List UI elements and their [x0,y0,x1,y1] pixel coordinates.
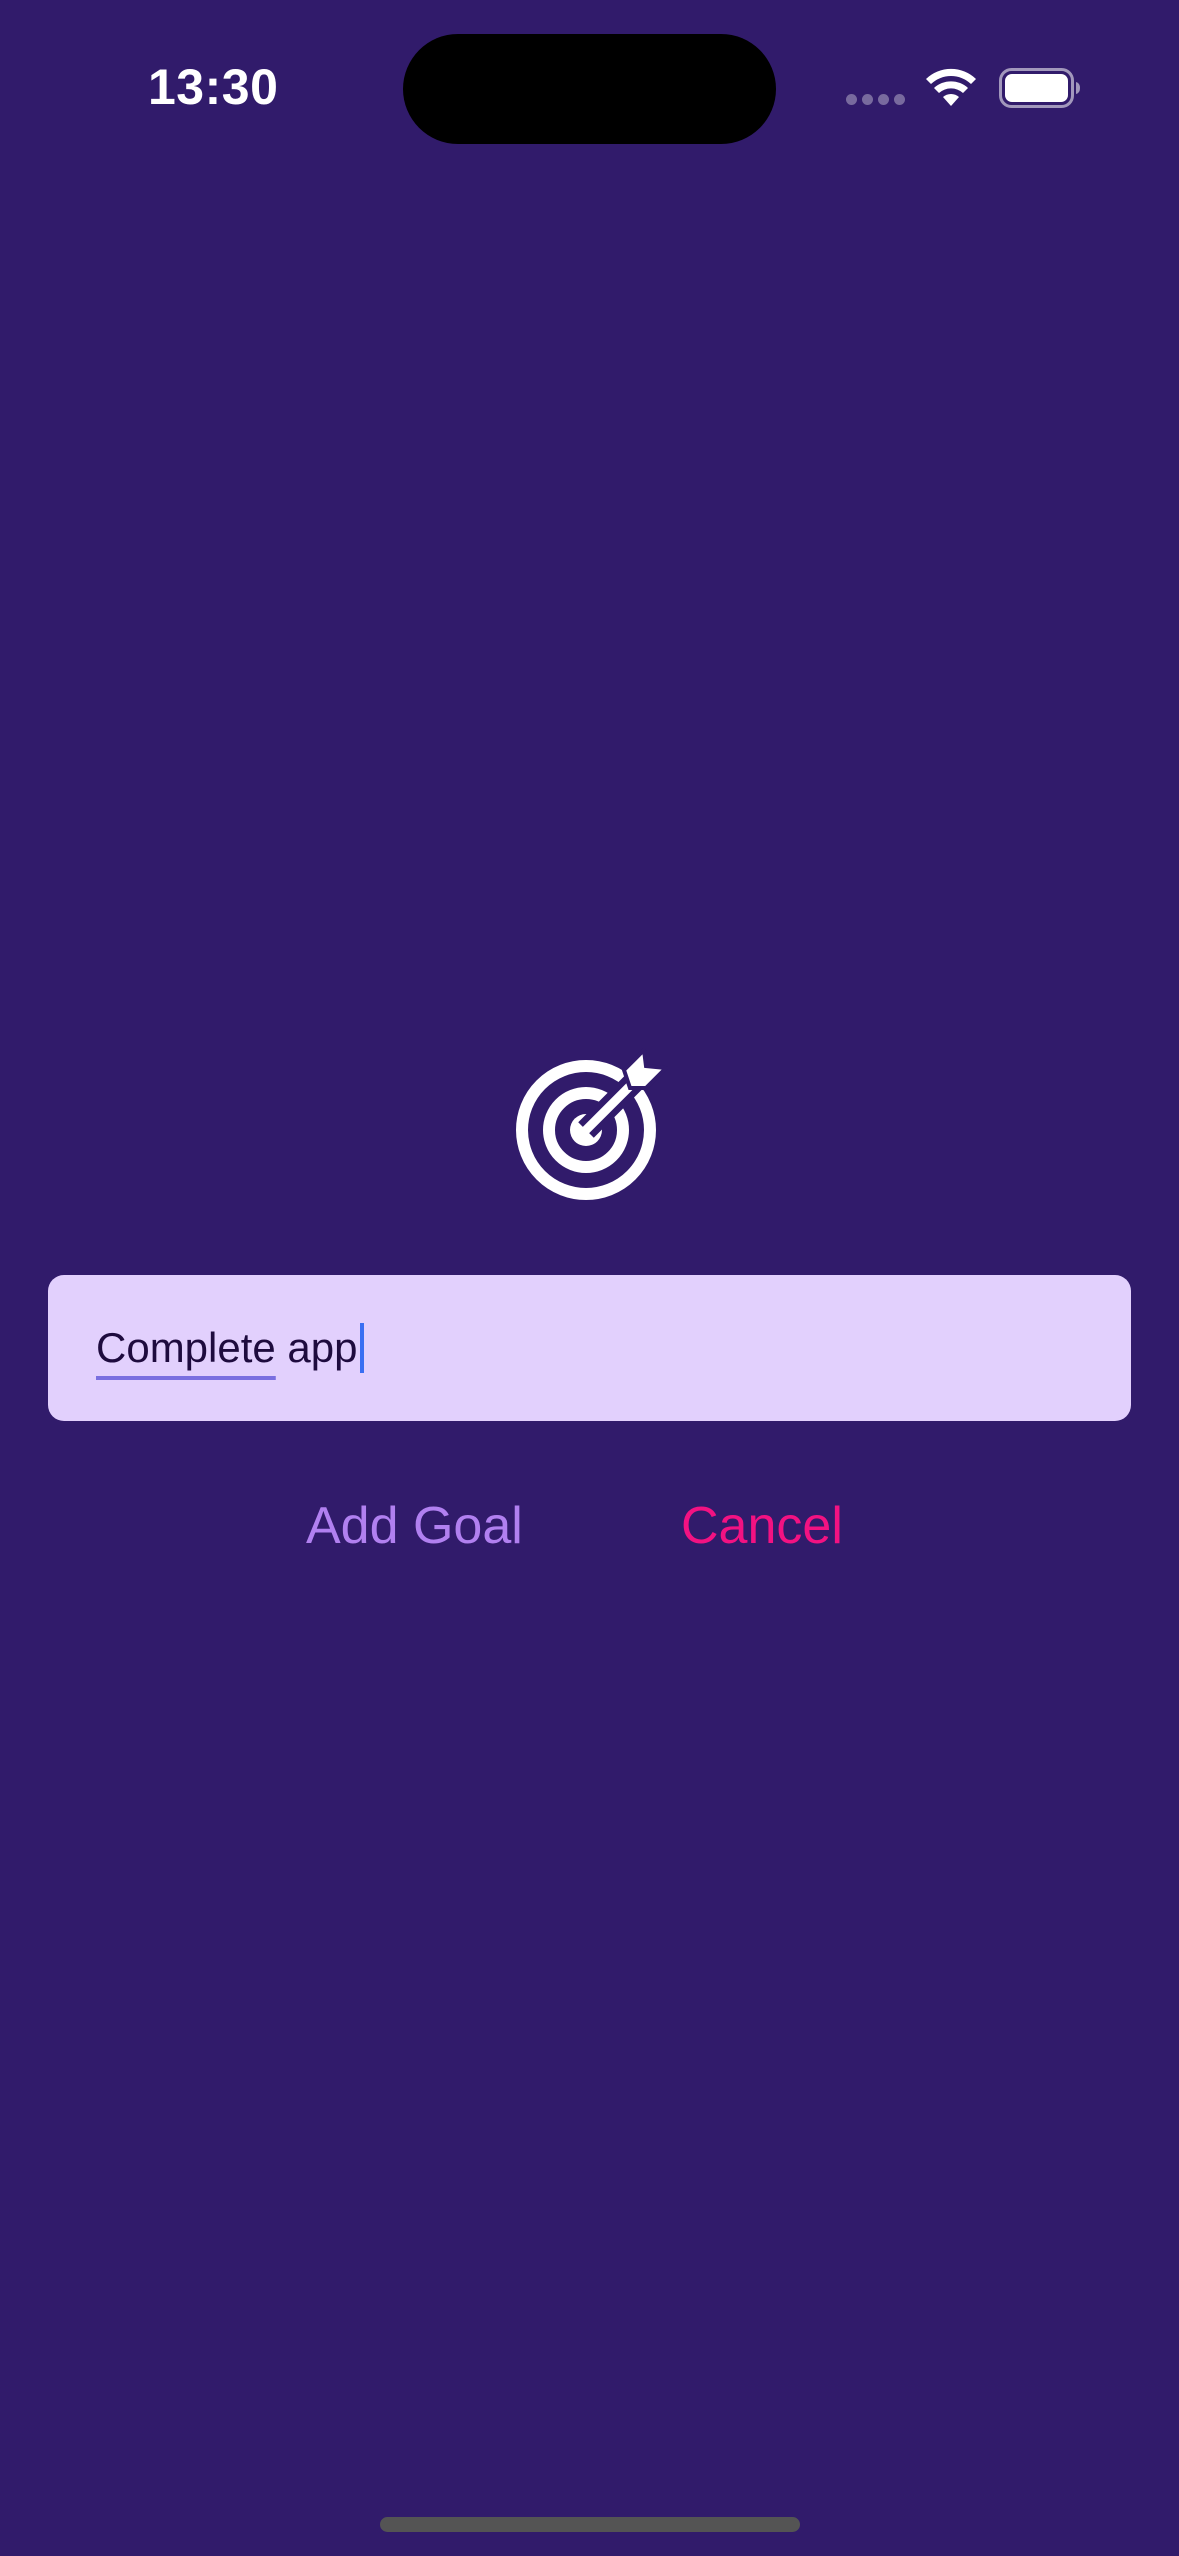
autocorrect-underlined-word: Complete [96,1324,276,1371]
goal-input-field[interactable]: Complete app [48,1275,1131,1421]
goal-input-screen: 13:30 Complete app Add Goal Cancel [0,0,1179,2556]
add-goal-button[interactable]: Add Goal [306,1490,523,1562]
status-time: 13:30 [148,59,279,115]
target-arrow-icon [516,1048,668,1200]
wifi-icon [926,68,976,106]
goal-input-rest: app [275,1324,358,1371]
goal-input-text[interactable]: Complete app [96,1275,364,1421]
signal-dots-icon [846,94,906,106]
home-indicator[interactable] [380,2517,800,2532]
battery-icon [999,68,1080,108]
dynamic-island [403,34,776,144]
text-caret [359,1322,364,1373]
cancel-button[interactable]: Cancel [681,1490,843,1562]
